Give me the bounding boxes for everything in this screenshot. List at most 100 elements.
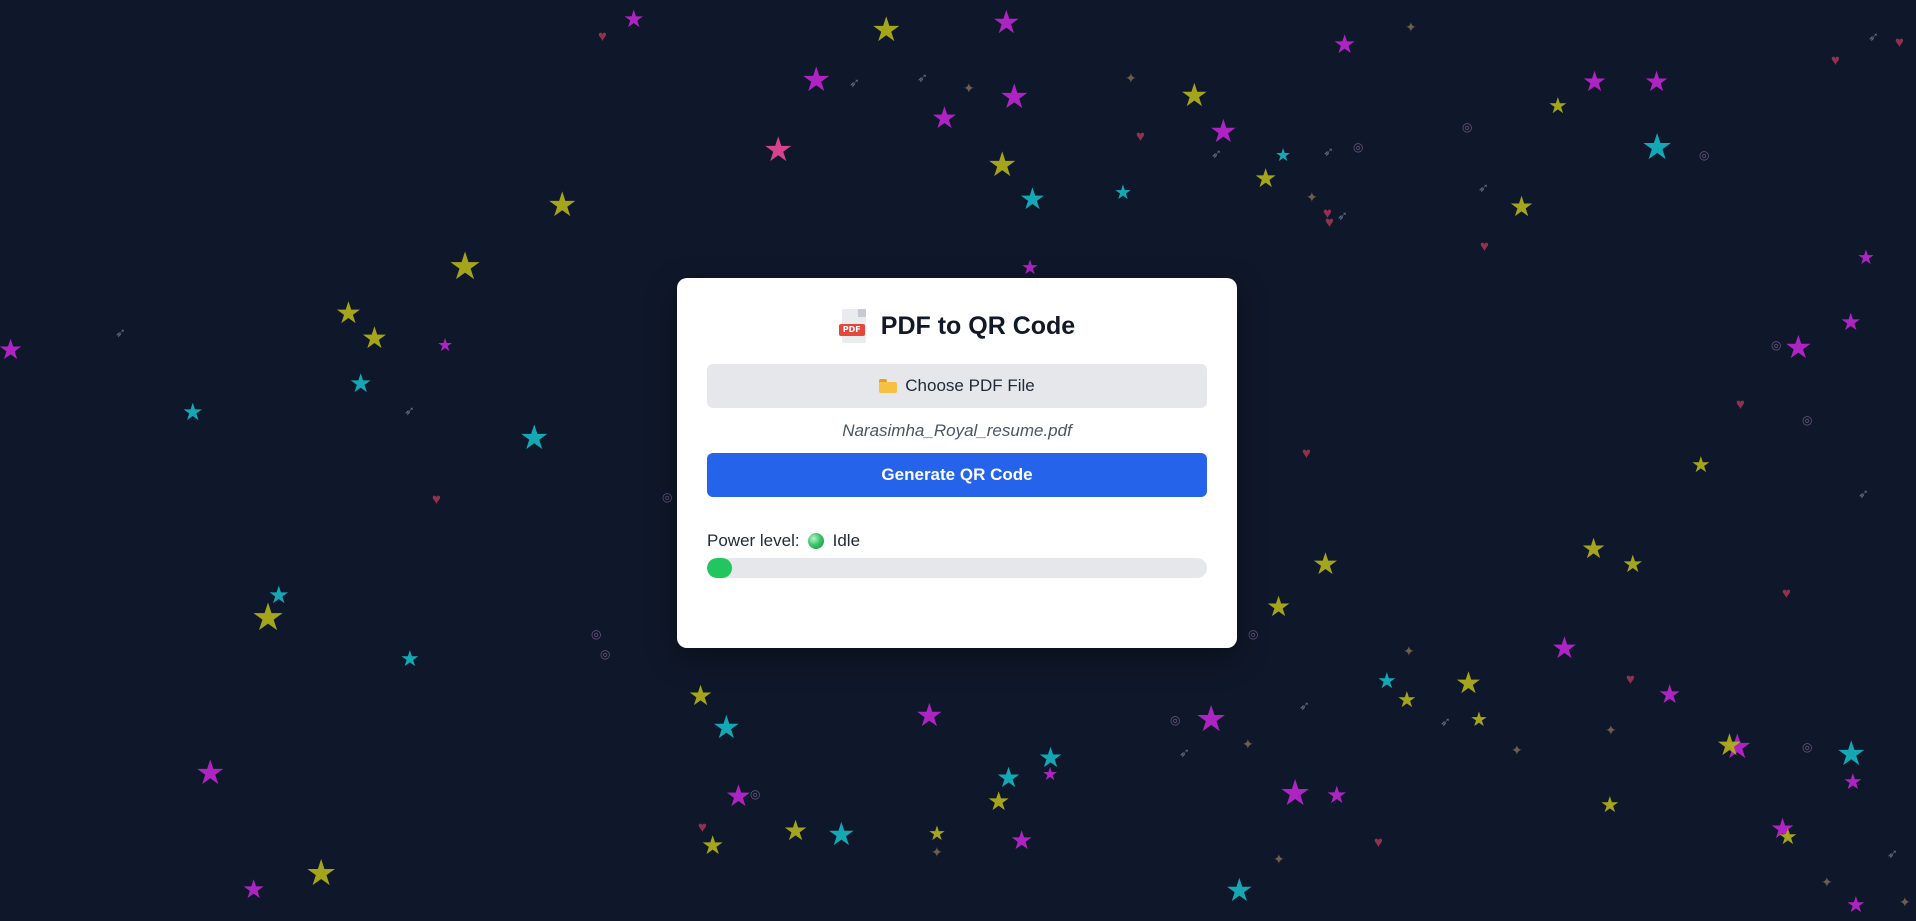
star-icon: ★	[1846, 892, 1866, 917]
star-icon: ★	[1843, 769, 1863, 794]
star-icon: ★	[725, 780, 752, 813]
rocket-icon: ➶	[1211, 146, 1222, 161]
star-icon: ★	[1551, 632, 1578, 665]
heart-icon: ♥	[1374, 834, 1383, 851]
heart-icon: ♥	[1626, 671, 1635, 688]
star-icon: ★	[1275, 145, 1292, 165]
target-icon: ◎	[591, 627, 602, 641]
power-level-bar	[707, 558, 1207, 578]
pdf-badge-text: PDF	[838, 324, 865, 336]
star-icon: ★	[1195, 698, 1228, 739]
heart-icon: ♥	[1480, 238, 1489, 255]
star-icon: ★	[268, 582, 290, 609]
pdf-file-icon: PDF	[838, 309, 869, 343]
star-icon: ★	[1180, 77, 1209, 113]
rocket-icon: ➶	[1323, 144, 1334, 159]
target-icon: ◎	[1462, 120, 1473, 134]
generate-qr-button[interactable]: Generate QR Code	[707, 453, 1207, 497]
star-icon: ★	[1333, 29, 1357, 59]
star-icon: ★	[1225, 872, 1254, 908]
star-icon: ★	[1312, 548, 1339, 581]
star-icon: ★	[623, 6, 645, 33]
target-icon: ◎	[1699, 148, 1710, 162]
power-level-row: Power level: Idle	[707, 531, 1207, 551]
target-icon: ◎	[1802, 413, 1813, 427]
card-header: PDF PDF to QR Code	[707, 308, 1207, 344]
choose-pdf-button-label: Choose PDF File	[905, 376, 1035, 395]
power-status: Idle	[832, 531, 861, 550]
sparkle-icon: ✦	[1405, 19, 1417, 35]
generate-qr-button-label: Generate QR Code	[881, 465, 1033, 484]
star-icon: ★	[335, 297, 362, 330]
star-icon: ★	[915, 697, 944, 733]
converter-card: PDF PDF to QR Code Choose PDF File Naras…	[677, 278, 1237, 648]
rocket-icon: ➶	[1179, 745, 1190, 760]
star-icon: ★	[987, 786, 1011, 816]
star-icon: ★	[1857, 247, 1875, 269]
star-icon: ★	[1641, 126, 1674, 167]
star-icon: ★	[0, 334, 24, 365]
star-icon: ★	[1509, 191, 1535, 222]
star-icon: ★	[1716, 729, 1743, 762]
star-icon: ★	[1209, 113, 1238, 149]
star-icon: ★	[1836, 735, 1867, 773]
star-icon: ★	[827, 816, 856, 852]
star-icon: ★	[400, 646, 420, 671]
sparkle-icon: ✦	[931, 844, 943, 860]
power-level-label: Power level:	[707, 531, 800, 550]
target-icon: ◎	[1248, 627, 1259, 641]
star-icon: ★	[1582, 66, 1608, 97]
star-icon: ★	[1600, 792, 1620, 817]
sparkle-icon: ✦	[1605, 722, 1617, 738]
heart-icon: ♥	[1782, 585, 1791, 602]
star-icon: ★	[195, 754, 226, 792]
star-icon: ★	[1266, 591, 1292, 622]
rocket-icon: ➶	[1337, 208, 1348, 223]
sparkle-icon: ✦	[1899, 894, 1911, 910]
star-icon: ★	[871, 11, 902, 49]
sparkle-icon: ✦	[1273, 851, 1285, 867]
heart-icon: ♥	[1736, 396, 1745, 413]
choose-pdf-button[interactable]: Choose PDF File	[707, 364, 1207, 408]
heart-icon: ♥	[1325, 214, 1334, 231]
star-icon: ★	[349, 368, 373, 398]
rocket-icon: ➶	[849, 75, 860, 90]
sparkle-icon: ✦	[1306, 189, 1318, 205]
target-icon: ◎	[1771, 338, 1782, 352]
star-icon: ★	[1254, 163, 1278, 193]
rocket-icon: ➶	[917, 70, 928, 85]
rocket-icon: ➶	[1858, 486, 1869, 501]
sparkle-icon: ✦	[963, 80, 975, 96]
star-icon: ★	[1042, 764, 1059, 784]
star-icon: ★	[1548, 93, 1568, 118]
star-icon: ★	[987, 146, 1018, 184]
target-icon: ◎	[662, 490, 673, 504]
star-icon: ★	[1455, 667, 1482, 700]
star-icon: ★	[801, 61, 832, 99]
star-icon: ★	[1010, 825, 1034, 855]
star-icon: ★	[1644, 66, 1670, 97]
star-icon: ★	[1622, 551, 1644, 578]
heart-icon: ♥	[698, 819, 707, 836]
sparkle-icon: ✦	[1821, 874, 1833, 890]
star-icon: ★	[999, 78, 1030, 116]
star-icon: ★	[783, 815, 809, 846]
rocket-icon: ➶	[1478, 180, 1489, 195]
star-icon: ★	[1377, 668, 1397, 693]
heart-icon: ♥	[1895, 34, 1904, 51]
star-icon: ★	[1691, 452, 1711, 477]
rocket-icon: ➶	[1887, 846, 1898, 861]
rocket-icon: ➶	[404, 403, 415, 418]
star-icon: ★	[688, 680, 714, 711]
rocket-icon: ➶	[1440, 714, 1451, 729]
target-icon: ◎	[600, 647, 611, 661]
heart-icon: ♥	[1136, 128, 1145, 145]
heart-icon: ♥	[598, 28, 607, 45]
star-icon: ★	[519, 419, 550, 457]
page-title: PDF to QR Code	[880, 311, 1076, 340]
sparkle-icon: ✦	[1511, 742, 1523, 758]
power-level-fill	[707, 558, 732, 578]
heart-icon: ♥	[1831, 52, 1840, 69]
star-icon: ★	[1840, 309, 1862, 336]
star-icon: ★	[763, 131, 794, 169]
